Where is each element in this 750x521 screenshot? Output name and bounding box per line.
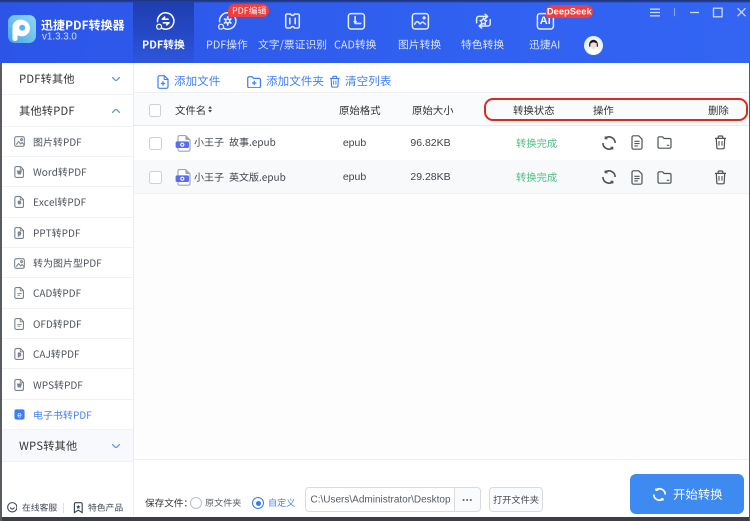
svg-text:w: w bbox=[18, 383, 22, 389]
svg-text:e: e bbox=[17, 411, 22, 420]
svg-text:e: e bbox=[18, 201, 21, 207]
svg-text:w: w bbox=[18, 170, 22, 176]
svg-text:p: p bbox=[18, 352, 21, 358]
svg-text:p: p bbox=[18, 231, 21, 237]
